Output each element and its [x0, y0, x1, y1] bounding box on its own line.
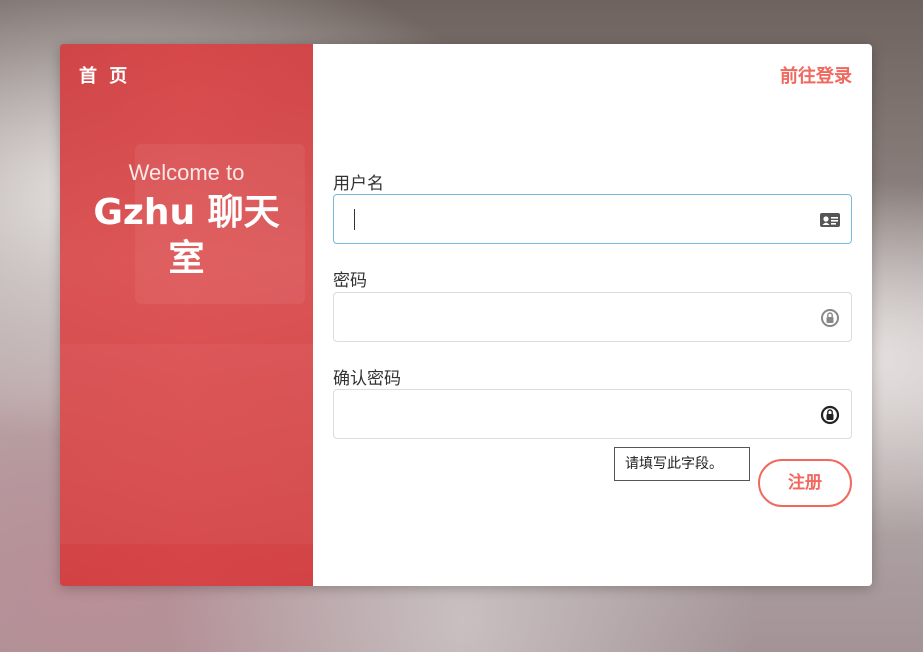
register-card: 首 页 Welcome to Gzhu 聊天室 前往登录 用户名 密码 确认密码…: [60, 44, 872, 586]
validation-tooltip: 请填写此字段。: [614, 447, 750, 481]
register-form-panel: 前往登录 用户名 密码 确认密码 请填写此字段。 注册: [313, 44, 872, 586]
text-caret: [354, 209, 355, 230]
confirm-password-label: 确认密码: [333, 369, 401, 389]
welcome-text: Welcome to: [128, 160, 245, 185]
username-label: 用户名: [333, 174, 384, 194]
password-field[interactable]: [333, 292, 852, 342]
register-button[interactable]: 注册: [758, 459, 852, 507]
password-label: 密码: [333, 271, 367, 291]
lock-icon: [820, 405, 840, 425]
home-link[interactable]: 首 页: [79, 62, 130, 88]
lock-icon: [821, 309, 839, 327]
confirm-password-input[interactable]: [335, 391, 805, 437]
username-input[interactable]: [335, 196, 805, 242]
welcome-panel: 首 页 Welcome to Gzhu 聊天室: [60, 44, 313, 586]
go-to-login-link[interactable]: 前往登录: [780, 62, 852, 88]
chatroom-title: Gzhu 聊天室: [93, 192, 280, 279]
confirm-password-field[interactable]: [333, 389, 852, 439]
id-card-icon: [820, 213, 840, 227]
username-field[interactable]: [333, 194, 852, 244]
password-input[interactable]: [335, 294, 805, 340]
panel-background-image-lower: [60, 344, 313, 544]
